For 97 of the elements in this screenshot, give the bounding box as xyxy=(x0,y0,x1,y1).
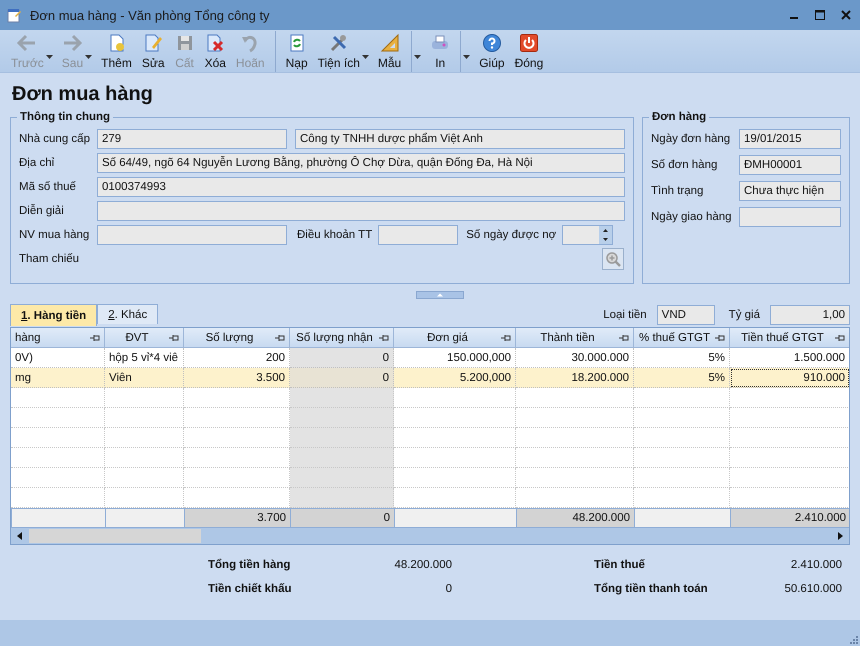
total-cell: 2.410.000 xyxy=(730,508,849,528)
maximize-icon[interactable] xyxy=(814,9,826,21)
field-label: Số đơn hàng xyxy=(651,159,718,171)
currency-field[interactable]: VND xyxy=(656,305,715,325)
horizontal-scrollbar[interactable] xyxy=(11,528,849,544)
group-title: Đơn hàng xyxy=(651,111,708,123)
caret-icon[interactable] xyxy=(362,55,369,59)
table-cell: 3.500 xyxy=(184,368,290,388)
total-value: 50.610.000 xyxy=(784,583,842,595)
magnifier-plus-icon xyxy=(605,251,621,267)
field-label: Ngày đơn hàng xyxy=(651,133,732,145)
total-label: Tiền chiết khấu xyxy=(208,583,292,595)
supplier-name-field[interactable]: Công ty TNHH dược phẩm Việt Anh xyxy=(295,129,625,149)
total-cell: 3.700 xyxy=(184,508,291,528)
order-field[interactable] xyxy=(739,207,841,227)
toolbar-button[interactable]: In xyxy=(425,30,462,72)
table-cell: 910.000 xyxy=(730,368,849,388)
field-label: Nhà cung cấp xyxy=(19,133,91,145)
field-label: NV mua hàng xyxy=(19,229,90,241)
tab[interactable]: 1. Hàng tiền xyxy=(10,304,98,326)
total-label: Tiền thuế xyxy=(594,559,645,571)
field-label: Số ngày được nợ xyxy=(466,229,556,241)
field-label: Tình trạng xyxy=(651,185,704,197)
field-label: Tỷ giá xyxy=(728,309,760,321)
order-field[interactable]: Chưa thực hiện xyxy=(739,181,841,201)
field-label: Địa chỉ xyxy=(19,157,56,169)
total-cell: 48.200.000 xyxy=(516,508,635,528)
help-icon xyxy=(482,32,502,52)
field-label: Mã số thuế xyxy=(19,181,77,193)
column-header[interactable]: % thuế GTGT xyxy=(634,328,730,348)
column-header[interactable]: Tiền thuế GTGT xyxy=(730,328,849,348)
toolbar-button[interactable]: Giúp xyxy=(474,30,510,72)
column-header[interactable]: Thành tiền xyxy=(516,328,634,348)
table-cell: Viên xyxy=(105,368,184,388)
toolbar-button[interactable]: Sửa xyxy=(136,30,170,72)
resize-grip-icon[interactable] xyxy=(848,634,858,644)
tools-icon xyxy=(328,32,349,52)
pin-icon[interactable] xyxy=(379,334,389,342)
pin-icon[interactable] xyxy=(90,334,100,342)
close-icon[interactable] xyxy=(840,9,852,21)
collapse-handle[interactable] xyxy=(416,291,464,299)
column-header[interactable]: hàng xyxy=(11,328,105,348)
pin-icon[interactable] xyxy=(835,334,845,342)
supplier-code-field[interactable]: 279 xyxy=(97,129,287,149)
field-label: Điều khoản TT xyxy=(297,229,372,241)
buyer-field[interactable] xyxy=(97,225,287,245)
toolbar-button[interactable]: Xóa xyxy=(200,30,231,72)
arrow-left-icon xyxy=(17,32,38,52)
table-cell: 5% xyxy=(634,368,730,388)
pin-icon[interactable] xyxy=(619,334,629,342)
field-label: Diễn giải xyxy=(19,205,65,217)
column-header[interactable]: Số lượng nhận xyxy=(290,328,394,348)
group-title: Thông tin chung xyxy=(19,111,112,123)
grid-row[interactable]: mg Viên 3.500 0 5.200,000 18.200.000 5% 910.000 xyxy=(11,368,849,388)
description-field[interactable] xyxy=(97,201,625,221)
payment-terms-field[interactable] xyxy=(378,225,458,245)
toolbar-button[interactable]: Đóng xyxy=(510,30,548,72)
table-cell: 0 xyxy=(290,368,394,388)
pin-icon[interactable] xyxy=(275,334,285,342)
toolbar-button[interactable]: Mẫu xyxy=(372,30,412,72)
column-header[interactable]: Số lượng xyxy=(184,328,290,348)
power-icon xyxy=(518,32,539,52)
total-label: Tổng tiền hàng xyxy=(208,559,290,571)
total-cell: 0 xyxy=(290,508,395,528)
document-delete-icon xyxy=(205,32,226,52)
column-header[interactable]: Đơn giá xyxy=(394,328,516,348)
table-cell: 18.200.000 xyxy=(516,368,634,388)
table-cell: 0 xyxy=(290,348,394,368)
tab[interactable]: 2. Khác xyxy=(97,304,158,324)
window-title: Đơn mua hàng - Văn phòng Tổng công ty xyxy=(30,8,270,22)
exchange-rate-field[interactable]: 1,00 xyxy=(770,305,850,325)
pin-icon[interactable] xyxy=(501,334,511,342)
pin-icon[interactable] xyxy=(169,334,179,342)
form-heading: Đơn mua hàng xyxy=(12,83,153,106)
caret-icon[interactable] xyxy=(463,55,470,59)
total-label: Tổng tiền thanh toán xyxy=(594,583,708,595)
toolbar-button[interactable]: Nạp xyxy=(280,30,313,72)
tax-code-field[interactable]: 0100374993 xyxy=(97,177,625,197)
total-value: 0 xyxy=(446,583,452,595)
column-header[interactable]: ĐVT xyxy=(105,328,184,348)
field-label: Loại tiền xyxy=(603,309,647,321)
table-cell: mg xyxy=(11,368,105,388)
field-label: Tham chiếu xyxy=(19,253,80,265)
total-value: 48.200.000 xyxy=(394,559,452,571)
order-field[interactable]: 19/01/2015 xyxy=(739,129,841,149)
table-cell: 5.200,000 xyxy=(394,368,516,388)
notepad-icon xyxy=(6,7,22,23)
toolbar-button[interactable]: Thêm xyxy=(96,30,137,72)
order-field[interactable]: ĐMH00001 xyxy=(739,155,841,175)
total-value: 2.410.000 xyxy=(790,559,842,571)
field-label: Ngày giao hàng xyxy=(651,211,733,223)
document-edit-icon xyxy=(143,32,164,52)
pin-icon[interactable] xyxy=(715,334,725,342)
caret-icon[interactable] xyxy=(414,55,422,59)
toolbar-button[interactable]: Tiện ích xyxy=(312,30,365,72)
arrow-right-icon xyxy=(62,32,82,52)
address-field[interactable]: Số 64/49, ngõ 64 Nguyễn Lương Bằng, phường Ô Chợ Dừa, quận Đống Đa, Hà Nội xyxy=(97,153,625,173)
